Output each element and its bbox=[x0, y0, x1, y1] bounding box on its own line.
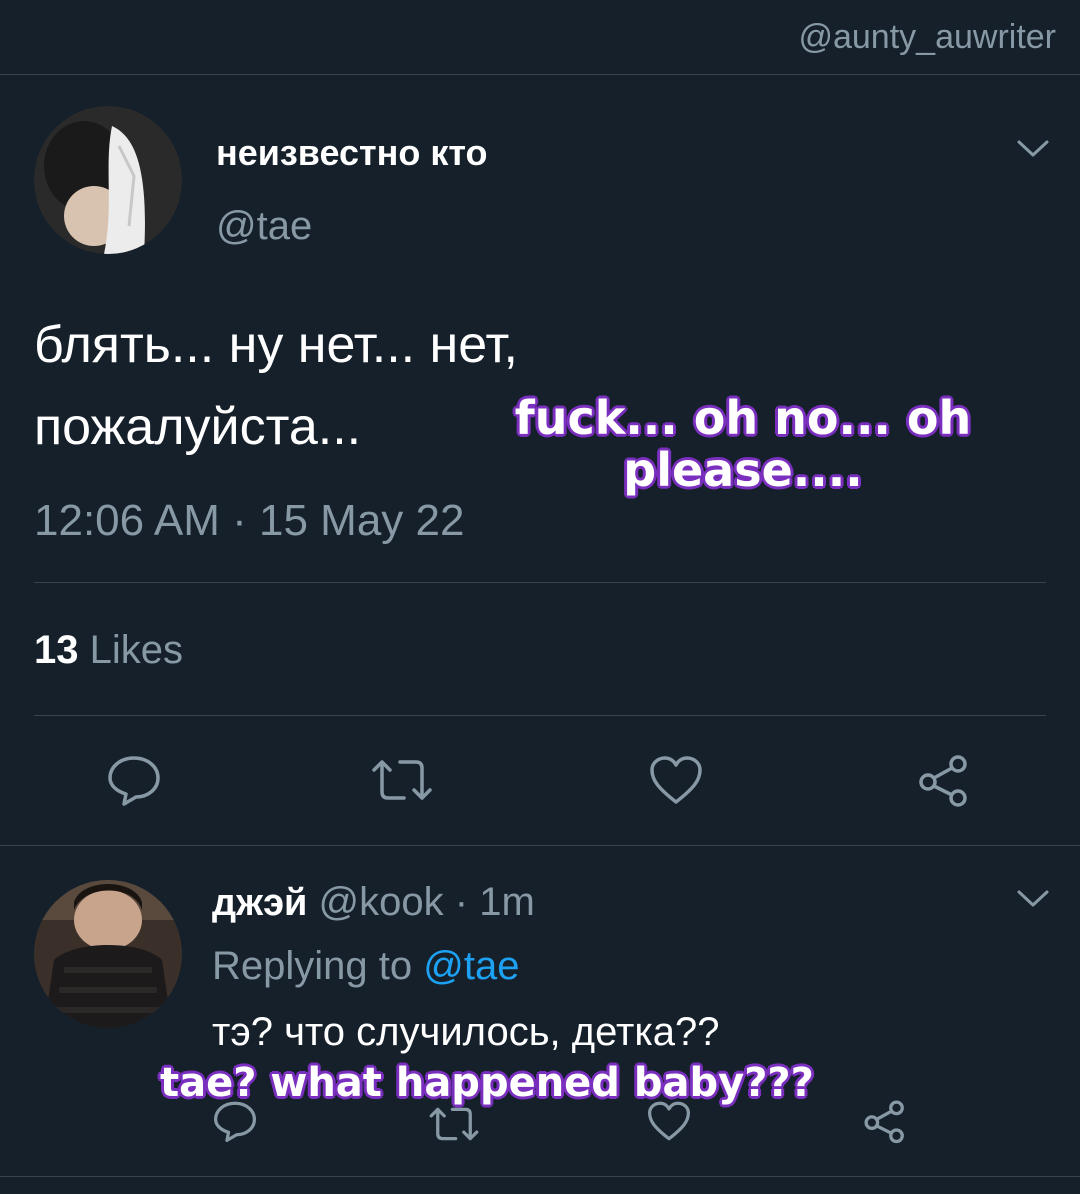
divider bbox=[0, 1176, 1080, 1177]
top-bar: @aunty_auwriter bbox=[0, 0, 1080, 75]
divider bbox=[0, 845, 1080, 846]
reply-header: джэй @kook · 1m bbox=[212, 880, 535, 925]
chevron-down-icon[interactable] bbox=[1016, 888, 1050, 910]
share-button[interactable] bbox=[862, 1098, 908, 1144]
translation-line2: please.... bbox=[623, 443, 863, 497]
display-name[interactable]: неизвестно кто bbox=[216, 132, 488, 174]
translation-overlay: tae? what happened baby??? bbox=[160, 1060, 814, 1106]
reply-time: · 1m bbox=[454, 880, 535, 924]
mention-link[interactable]: @tae bbox=[423, 944, 519, 988]
avatar[interactable] bbox=[34, 106, 182, 254]
retweet-icon bbox=[372, 760, 432, 800]
share-icon bbox=[864, 1100, 904, 1144]
likes-count[interactable]: 13 Likes bbox=[34, 628, 183, 673]
watermark: @aunty_auwriter bbox=[798, 18, 1056, 56]
divider bbox=[34, 715, 1046, 716]
replying-prefix: Replying to bbox=[212, 944, 413, 988]
share-button[interactable] bbox=[916, 752, 972, 808]
likes-number: 13 bbox=[34, 628, 79, 672]
like-button[interactable] bbox=[648, 754, 704, 806]
retweet-button[interactable] bbox=[428, 1104, 480, 1144]
avatar[interactable] bbox=[34, 880, 182, 1028]
display-name[interactable]: джэй bbox=[212, 882, 307, 924]
tweet-text-line1: блять... ну нет... нет, bbox=[34, 316, 518, 374]
divider bbox=[34, 582, 1046, 583]
translation-line1: fuck... oh no... oh bbox=[514, 391, 972, 445]
timestamp[interactable]: 12:06 AM · 15 May 22 bbox=[34, 496, 464, 546]
translation-overlay: fuck... oh no... oh please.... bbox=[498, 392, 988, 496]
retweet-button[interactable] bbox=[370, 756, 434, 804]
share-icon bbox=[919, 755, 967, 807]
replying-to: Replying to @tae bbox=[212, 944, 519, 989]
reply-button[interactable] bbox=[106, 754, 162, 806]
handle[interactable]: @tae bbox=[216, 204, 312, 249]
reply-text: тэ? что случилось, детка?? bbox=[212, 1010, 720, 1054]
reply-icon bbox=[108, 756, 160, 806]
chevron-down-icon[interactable] bbox=[1016, 138, 1050, 160]
likes-label: Likes bbox=[89, 628, 184, 672]
handle[interactable]: @kook bbox=[319, 880, 444, 924]
retweet-icon bbox=[429, 1107, 479, 1141]
heart-icon bbox=[650, 756, 702, 804]
